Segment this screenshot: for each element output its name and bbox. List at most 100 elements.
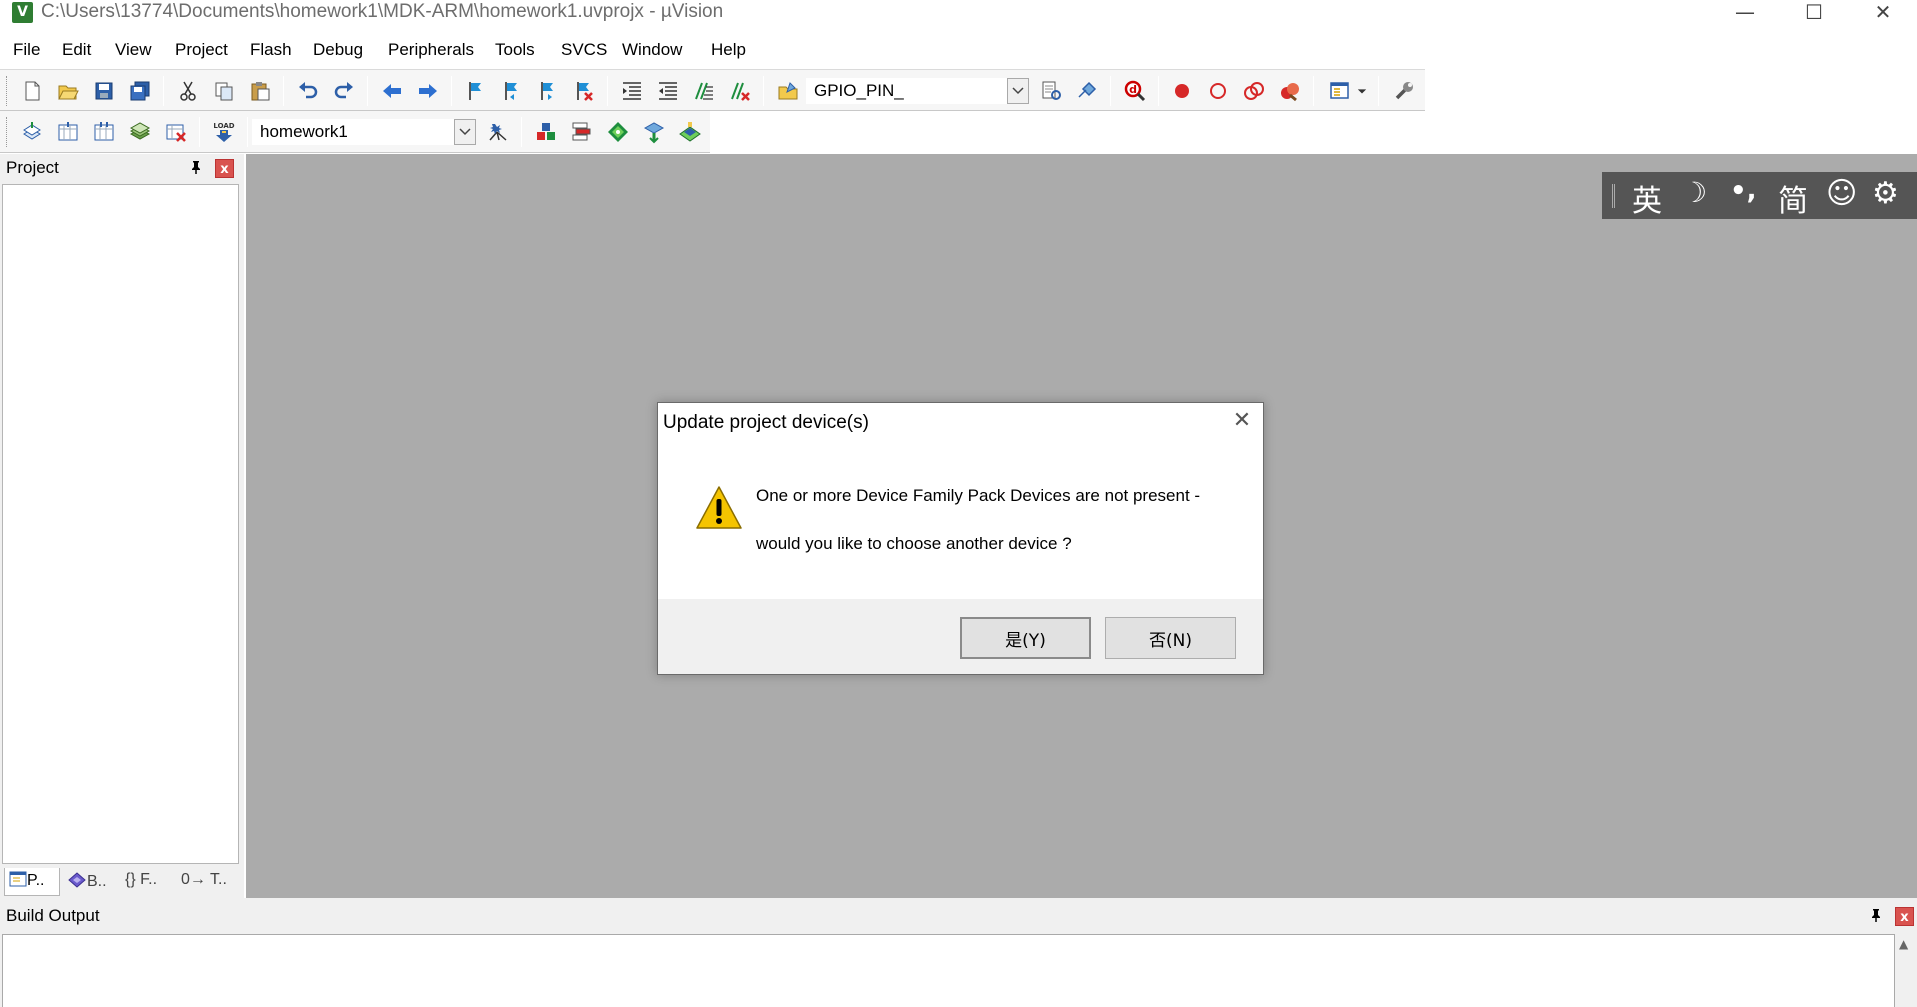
toolbar-separator <box>1378 76 1379 106</box>
file-toolbar: GPIO_PIN_ d <box>0 69 1425 111</box>
redo-icon[interactable] <box>330 78 358 104</box>
close-window-button[interactable]: ✕ <box>1849 0 1917 26</box>
menu-help[interactable]: Help <box>711 40 746 60</box>
menu-edit[interactable]: Edit <box>62 40 91 60</box>
tab-templates[interactable]: 0→ T.. <box>177 868 233 896</box>
menu-file[interactable]: File <box>13 40 40 60</box>
ime-simplified-toggle[interactable]: 简 <box>1778 176 1808 220</box>
menu-flash[interactable]: Flash <box>250 40 292 60</box>
paste-icon[interactable] <box>246 78 274 104</box>
incremental-find-icon[interactable] <box>1073 78 1101 104</box>
ime-language-toggle[interactable]: 英 <box>1632 176 1662 220</box>
download-load-icon[interactable]: LOAD <box>210 119 238 145</box>
menu-debug[interactable]: Debug <box>313 40 363 60</box>
target-options-icon[interactable] <box>484 119 512 145</box>
build-output-header: Build Output x <box>0 902 1917 930</box>
bookmark-previous-icon[interactable] <box>498 78 526 104</box>
caret-down-icon[interactable] <box>1354 78 1370 104</box>
tab-books[interactable]: B.. <box>63 868 118 896</box>
gear-icon[interactable]: ⚙ <box>1872 176 1899 211</box>
indent-icon[interactable] <box>618 78 646 104</box>
menu-window[interactable]: Window <box>622 40 682 60</box>
menu-project[interactable]: Project <box>175 40 228 60</box>
find-combo[interactable]: GPIO_PIN_ <box>806 78 1029 104</box>
yes-button[interactable]: 是(Y) <box>960 617 1091 659</box>
disable-all-breakpoints-icon[interactable] <box>1240 78 1268 104</box>
toolbar-separator <box>199 117 200 147</box>
find-in-files-icon[interactable] <box>774 78 802 104</box>
vertical-scrollbar[interactable]: ▲ <box>1895 934 1915 1007</box>
dialog-body: One or more Device Family Pack Devices a… <box>658 441 1263 599</box>
minimize-button[interactable]: — <box>1711 0 1779 26</box>
dialog-footer: 是(Y) 否(N) <box>658 599 1263 674</box>
menu-view[interactable]: View <box>115 40 152 60</box>
chevron-down-icon[interactable] <box>454 119 476 145</box>
scroll-up-icon[interactable]: ▲ <box>1899 937 1908 951</box>
debug-session-icon[interactable]: d <box>1121 78 1149 104</box>
menu-svcs[interactable]: SVCS <box>561 40 607 60</box>
menu-tools[interactable]: Tools <box>495 40 535 60</box>
tab-functions[interactable]: {} F.. <box>121 868 174 896</box>
window-layout-icon[interactable] <box>1326 78 1354 104</box>
punctuation-toggle[interactable]: •, <box>1730 176 1757 206</box>
moon-icon[interactable]: ☽ <box>1682 176 1707 209</box>
build-output-text[interactable] <box>2 934 1895 1007</box>
kill-all-breakpoints-icon[interactable] <box>1276 78 1304 104</box>
navigate-back-icon[interactable] <box>378 78 406 104</box>
configure-wrench-icon[interactable] <box>1390 78 1418 104</box>
manage-project-items-icon[interactable] <box>532 119 560 145</box>
toolbar-grip[interactable] <box>6 117 9 147</box>
build-icon[interactable] <box>54 119 82 145</box>
rebuild-icon[interactable] <box>90 119 118 145</box>
pack-installer-icon[interactable] <box>640 119 668 145</box>
target-select-combo[interactable]: homework1 <box>252 119 476 145</box>
select-software-packs-icon[interactable] <box>604 119 632 145</box>
close-panel-icon[interactable]: x <box>215 159 234 178</box>
maximize-button[interactable]: ☐ <box>1780 0 1848 26</box>
bookmark-toggle-icon[interactable] <box>462 78 490 104</box>
save-all-icon[interactable] <box>126 78 154 104</box>
build-output-panel: Build Output x ▲ <box>0 902 1917 1007</box>
new-file-icon[interactable] <box>18 78 46 104</box>
translate-icon[interactable] <box>18 119 46 145</box>
manage-runtime-environment-icon[interactable] <box>568 119 596 145</box>
emoji-icon[interactable]: ☺ <box>1826 176 1857 211</box>
batch-build-icon[interactable] <box>126 119 154 145</box>
stop-build-icon[interactable] <box>162 119 190 145</box>
enable-breakpoint-icon[interactable] <box>1204 78 1232 104</box>
toolbar-grip[interactable] <box>6 76 9 106</box>
close-panel-icon[interactable]: x <box>1895 907 1914 926</box>
toolbar-separator <box>367 76 368 106</box>
pin-icon[interactable] <box>1868 908 1884 924</box>
open-file-icon[interactable] <box>54 78 82 104</box>
toolbar-separator <box>451 76 452 106</box>
dialog-message-line1: One or more Device Family Pack Devices a… <box>756 486 1201 505</box>
find-icon[interactable] <box>1037 78 1065 104</box>
tab-project[interactable]: P.. <box>4 868 60 896</box>
pin-icon[interactable] <box>188 160 204 176</box>
menu-peripherals[interactable]: Peripherals <box>388 40 474 60</box>
navigate-forward-icon[interactable] <box>414 78 442 104</box>
comment-icon[interactable] <box>690 78 718 104</box>
bookmark-next-icon[interactable] <box>534 78 562 104</box>
project-panel-header: Project x <box>0 154 244 182</box>
pack-manager-icon[interactable] <box>676 119 704 145</box>
bookmark-clear-icon[interactable] <box>570 78 598 104</box>
insert-breakpoint-icon[interactable] <box>1168 78 1196 104</box>
cut-icon[interactable] <box>174 78 202 104</box>
tab-books-label: B.. <box>87 873 107 890</box>
uncomment-icon[interactable] <box>726 78 754 104</box>
no-button[interactable]: 否(N) <box>1105 617 1236 659</box>
dialog-close-button[interactable]: ✕ <box>1226 407 1258 437</box>
tab-project-label: P.. <box>27 872 45 889</box>
uvision-logo-icon: V <box>12 2 33 23</box>
unindent-icon[interactable] <box>654 78 682 104</box>
project-tree[interactable] <box>2 184 239 864</box>
copy-icon[interactable] <box>210 78 238 104</box>
undo-icon[interactable] <box>294 78 322 104</box>
chevron-down-icon[interactable] <box>1007 78 1029 104</box>
toolbar-separator <box>521 117 522 147</box>
save-icon[interactable] <box>90 78 118 104</box>
dialog-title: Update project device(s) <box>663 412 869 433</box>
ime-grip[interactable] <box>1612 184 1615 208</box>
